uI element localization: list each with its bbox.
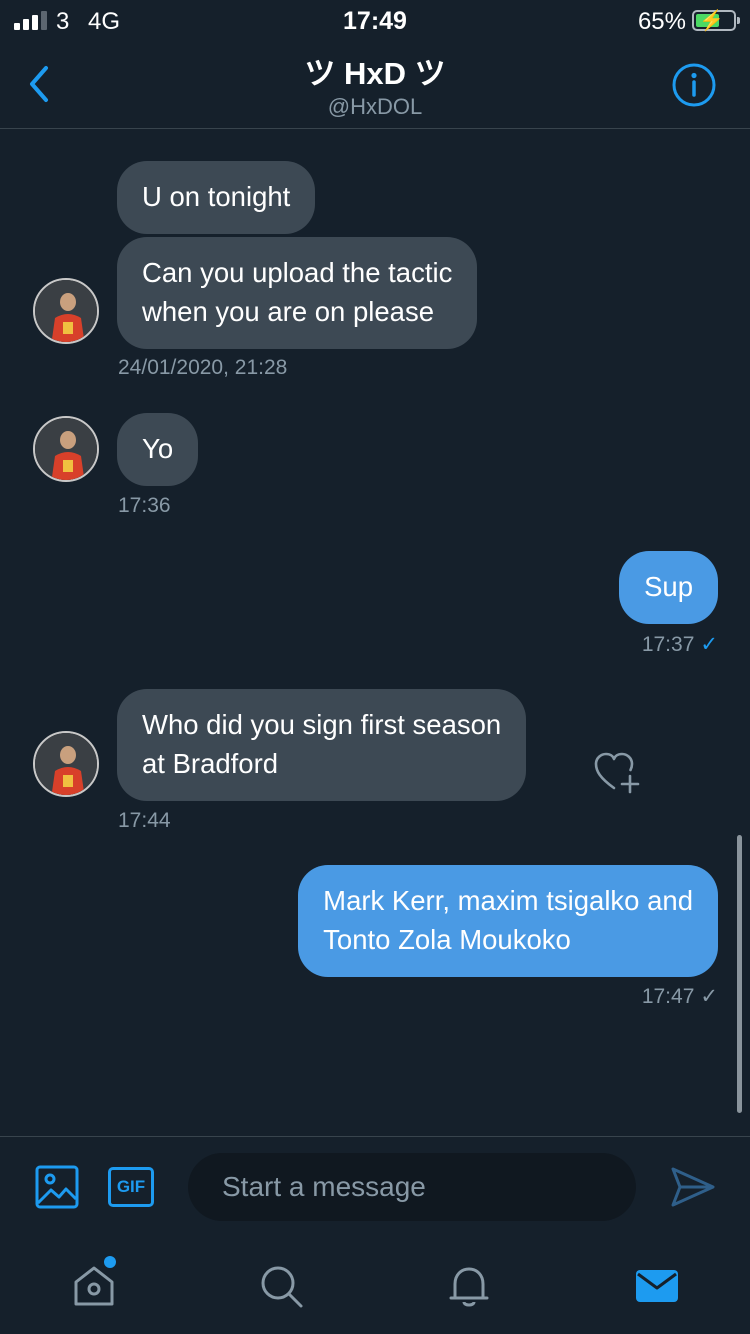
message-composer: GIF xyxy=(0,1136,750,1238)
mail-icon xyxy=(636,1270,678,1302)
search-icon xyxy=(261,1266,303,1308)
message-bubble-incoming[interactable]: Yo xyxy=(117,413,199,486)
heart-plus-icon xyxy=(594,752,640,794)
like-button[interactable] xyxy=(594,752,642,796)
send-icon xyxy=(671,1167,715,1207)
message-text-line: Can you upload the tactic xyxy=(142,257,453,288)
check-icon: ✓ xyxy=(700,985,718,1008)
message-text-line: when you are on please xyxy=(142,296,435,327)
avatar[interactable] xyxy=(33,731,99,797)
avatar[interactable] xyxy=(33,278,99,344)
avatar-image xyxy=(35,280,97,342)
message-timestamp: 17:36 xyxy=(118,494,171,517)
message-timestamp: 17:44 xyxy=(118,809,171,832)
timestamp-text: 17:47 xyxy=(641,985,695,1008)
tab-messages[interactable] xyxy=(633,1262,681,1310)
message-timestamp: 17:47 ✓ xyxy=(642,984,718,1009)
message-list[interactable]: U on tonight Can you upload the tactic w… xyxy=(0,130,750,1136)
add-media-button[interactable] xyxy=(35,1165,79,1209)
tab-search[interactable] xyxy=(257,1262,305,1310)
message-text: U on tonight xyxy=(142,181,291,212)
bell-icon xyxy=(449,1267,489,1307)
tab-notifications[interactable] xyxy=(445,1262,493,1310)
avatar[interactable] xyxy=(33,416,99,482)
tab-bar xyxy=(0,1238,750,1334)
send-button[interactable] xyxy=(670,1165,716,1209)
image-icon xyxy=(35,1165,79,1209)
message-text: Sup xyxy=(644,571,693,602)
message-timestamp: 17:37 ✓ xyxy=(642,632,718,657)
message-timestamp: 24/01/2020, 21:28 xyxy=(118,356,288,379)
message-text-line: Who did you sign first season xyxy=(142,709,502,740)
tab-home[interactable] xyxy=(70,1262,118,1310)
dm-screen: 3 4G 17:49 65% ⚡ ツ HxD ツ @HxDOL U on ton… xyxy=(0,0,750,1334)
avatar-image xyxy=(35,733,97,795)
timestamp-text: 17:37 xyxy=(641,633,695,656)
avatar-image xyxy=(35,418,97,480)
message-input[interactable] xyxy=(188,1153,636,1221)
charging-icon: ⚡ xyxy=(699,10,724,32)
info-icon xyxy=(672,63,716,107)
message-text-line: Mark Kerr, maxim tsigalko and xyxy=(323,885,693,916)
message-bubble-incoming[interactable]: Who did you sign first season at Bradfor… xyxy=(117,689,527,801)
check-icon: ✓ xyxy=(700,633,718,656)
conversation-handle: @HxDOL xyxy=(327,94,423,119)
info-button[interactable] xyxy=(671,62,717,108)
conversation-header: ツ HxD ツ @HxDOL xyxy=(0,42,750,129)
gif-button[interactable]: GIF xyxy=(108,1167,154,1207)
battery-percent: 65% xyxy=(637,8,686,35)
message-bubble-incoming[interactable]: Can you upload the tactic when you are o… xyxy=(117,237,478,349)
message-text: Yo xyxy=(142,433,174,464)
message-bubble-incoming[interactable]: U on tonight xyxy=(117,161,316,234)
message-text-line: Tonto Zola Moukoko xyxy=(323,924,571,955)
message-bubble-outgoing[interactable]: Sup xyxy=(619,551,718,624)
conversation-title[interactable]: ツ HxD ツ xyxy=(0,48,750,93)
status-bar: 3 4G 17:49 65% ⚡ xyxy=(0,0,750,42)
message-text-line: at Bradford xyxy=(142,748,279,779)
scrollbar[interactable] xyxy=(737,835,742,1113)
message-bubble-outgoing[interactable]: Mark Kerr, maxim tsigalko and Tonto Zola… xyxy=(298,865,718,977)
home-icon xyxy=(74,1266,114,1306)
home-notification-dot xyxy=(104,1256,116,1268)
